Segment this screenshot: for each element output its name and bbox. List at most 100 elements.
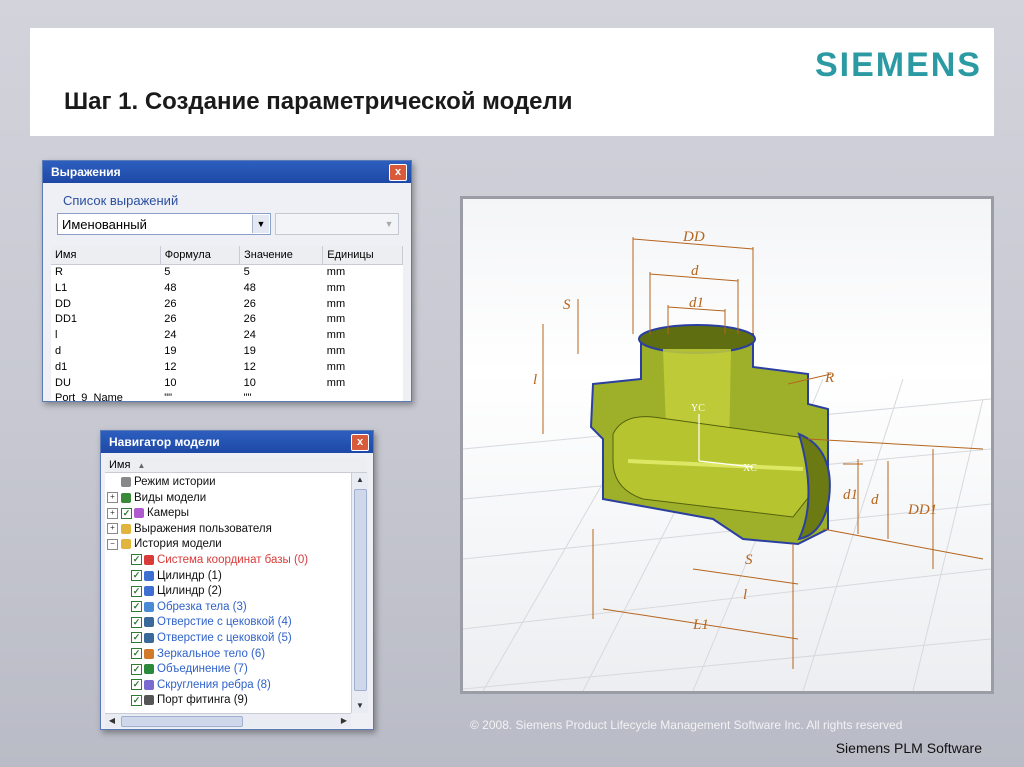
tree-node[interactable]: ✓ Отверстие с цековкой (5) (131, 631, 292, 647)
table-row[interactable]: L1 48 48 mm (51, 281, 403, 297)
scroll-right-icon[interactable]: ▶ (337, 714, 351, 728)
table-cell: mm (326, 313, 346, 326)
tree-node-label: Отверстие с цековкой (4) (157, 616, 292, 629)
tree-node[interactable]: ✓ Зеркальное тело (6) (131, 647, 265, 663)
tree-node[interactable]: ✓ Система координат базы (0) (131, 553, 308, 569)
table-row[interactable]: R 5 5 mm (51, 265, 403, 281)
views-icon (121, 492, 131, 503)
table-row[interactable]: d 19 19 mm (51, 344, 403, 360)
tree-node[interactable]: ✓ Порт фитинга (9) (131, 693, 248, 709)
tree-node[interactable]: ✓ Цилиндр (1) (131, 569, 222, 585)
checkbox-icon[interactable]: ✓ (131, 616, 142, 628)
table-cell: 10 (243, 376, 256, 389)
sort-up-icon: ▲ (137, 461, 146, 470)
column-header-value[interactable]: Значение (239, 246, 324, 265)
tree-node-label: Порт фитинга (9) (157, 694, 248, 707)
table-row[interactable]: Port_9_Name "" "" (51, 391, 403, 401)
label-yc: YC (691, 403, 705, 414)
port-icon (144, 695, 154, 706)
expressions-titlebar[interactable]: Выражения x (43, 161, 411, 183)
scroll-up-icon[interactable]: ▲ (352, 473, 368, 487)
table-row[interactable]: DD1 26 26 mm (51, 312, 403, 328)
tree-node-label: История модели (134, 538, 222, 551)
close-icon[interactable]: x (351, 434, 369, 451)
tree-node-label: Режим истории (134, 476, 216, 488)
label-r: R (824, 370, 834, 386)
tree-node-label: Обрезка тела (3) (157, 600, 247, 613)
vertical-scrollbar[interactable]: ▲ ▼ (351, 473, 368, 713)
table-row[interactable]: DD 26 26 mm (51, 297, 403, 313)
tree-node[interactable]: ✓ Отверстие с цековкой (4) (131, 615, 292, 631)
checkbox-icon[interactable]: ✓ (131, 679, 142, 691)
tree-node-label: Виды модели (134, 491, 207, 504)
table-cell: 24 (243, 329, 256, 342)
expand-icon[interactable]: + (107, 507, 118, 519)
tree-node[interactable]: ✓ Скругления ребра (8) (131, 678, 271, 694)
tree-node-label: Камеры (147, 507, 190, 520)
horizontal-scrollbar[interactable]: ◀ ▶ (105, 713, 351, 728)
expand-icon[interactable]: + (107, 492, 118, 504)
table-cell: mm (326, 266, 346, 278)
expand-icon[interactable]: + (107, 523, 118, 535)
tree-node[interactable]: + ✓ Камеры (107, 506, 189, 522)
navigator-titlebar[interactable]: Навигатор модели x (101, 431, 373, 453)
tree-node[interactable]: − История модели (107, 537, 222, 553)
tree-node[interactable]: Режим истории (107, 475, 216, 491)
table-cell: L1 (55, 281, 68, 294)
table-cell: mm (326, 297, 346, 310)
navigator-column-header[interactable]: Имя ▲ (105, 457, 367, 473)
tree-node[interactable]: ✓ Объединение (7) (131, 662, 248, 678)
table-row[interactable]: d1 12 12 mm (51, 360, 403, 376)
tree-node-label: Отверстие с цековкой (5) (157, 632, 292, 644)
expressions-filter-select[interactable]: Именованный ▼ (57, 213, 271, 235)
table-row[interactable]: l 24 24 mm (51, 328, 403, 344)
checkbox-icon[interactable]: ✓ (131, 632, 142, 644)
scroll-down-icon[interactable]: ▼ (352, 699, 368, 713)
checkbox-icon[interactable]: ✓ (131, 663, 142, 675)
label-s-top: S (563, 297, 571, 313)
column-header-units[interactable]: Единицы (322, 246, 403, 265)
table-cell: mm (326, 281, 346, 294)
expressions-table: Имя Формула Значение Единицы R 5 5 mm L1 48 48… (51, 246, 403, 401)
collapse-icon[interactable]: − (107, 538, 118, 550)
checkbox-icon[interactable]: ✓ (131, 694, 142, 706)
checkbox-icon[interactable]: ✓ (131, 585, 142, 597)
close-icon[interactable]: x (389, 164, 407, 181)
checkbox-icon[interactable]: ✓ (131, 554, 142, 566)
tree-node[interactable]: ✓ Обрезка тела (3) (131, 600, 247, 616)
scrollbar-thumb[interactable] (121, 716, 243, 727)
table-cell: "" (164, 392, 173, 401)
tree-node[interactable]: + Выражения пользователя (107, 522, 272, 538)
label-l-vertical: l (533, 372, 537, 388)
table-row[interactable]: DU 10 10 mm (51, 376, 403, 392)
table-cell: d1 (55, 360, 68, 373)
table-cell: 12 (164, 360, 177, 373)
tee-body (589, 324, 831, 546)
checkbox-icon[interactable]: ✓ (131, 601, 142, 613)
tree-node-label: Зеркальное тело (6) (157, 647, 266, 660)
table-cell: Port_9_Name (55, 392, 123, 401)
chevron-down-icon[interactable]: ▼ (252, 215, 269, 233)
tree-node[interactable]: + Виды модели (107, 491, 206, 507)
table-cell: 24 (164, 329, 177, 342)
checkbox-icon[interactable]: ✓ (131, 570, 142, 582)
unite-icon (144, 664, 154, 675)
checkbox-icon[interactable]: ✓ (131, 648, 142, 660)
table-cell: DD1 (55, 313, 78, 326)
tree-node[interactable]: ✓ Цилиндр (2) (131, 584, 222, 600)
siemens-logo: SIEMENS (814, 46, 982, 84)
trim-body-icon (144, 601, 154, 612)
table-cell: 26 (164, 313, 177, 326)
column-header-name[interactable]: Имя (51, 246, 161, 265)
expressions-secondary-select[interactable]: ▼ (275, 213, 399, 235)
checkbox-icon[interactable]: ✓ (121, 507, 132, 519)
scroll-left-icon[interactable]: ◀ (105, 714, 119, 728)
table-cell: 5 (164, 266, 171, 278)
folder-icon (121, 523, 131, 534)
label-d1: d1 (689, 295, 704, 311)
scrollbar-thumb[interactable] (354, 489, 367, 691)
csys-icon (144, 554, 154, 565)
table-cell: mm (326, 344, 346, 357)
column-header-formula[interactable]: Формула (160, 246, 241, 265)
table-cell: 19 (243, 344, 256, 357)
